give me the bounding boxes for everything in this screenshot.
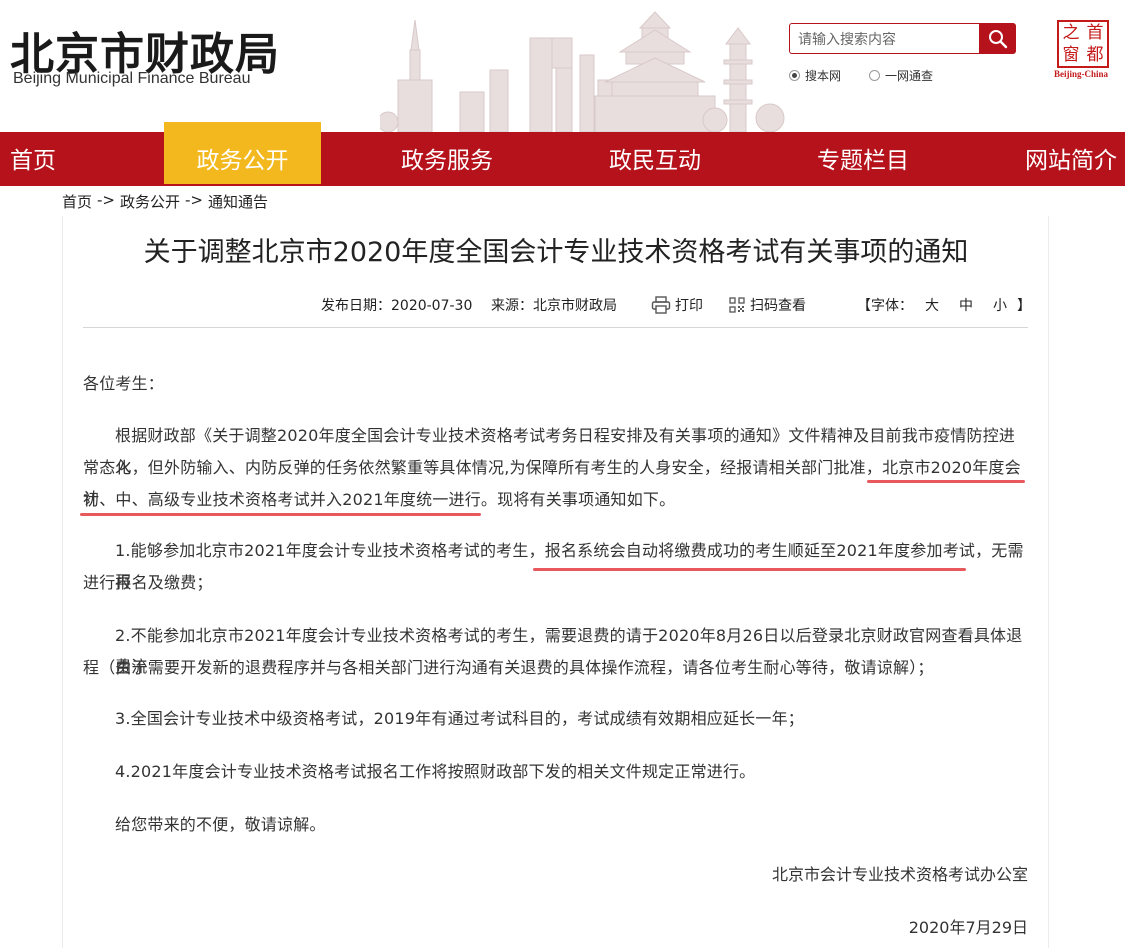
publish-date: 发布日期：2020-07-30 xyxy=(321,298,473,314)
highlight-underline xyxy=(867,480,1025,483)
search-scope: 搜本网 一网通查 xyxy=(789,67,961,84)
seal-char: 窗 xyxy=(1062,45,1080,65)
nav-item-interaction[interactable]: 政民互动 xyxy=(609,132,701,186)
font-size-selector: 【字体： 大 中 小 】 xyxy=(857,295,1031,315)
beijing-skyline-illustration xyxy=(380,11,785,132)
nav-item-gov-disclosure[interactable]: 政务公开 xyxy=(164,132,321,186)
search-button[interactable] xyxy=(979,23,1016,54)
breadcrumb-section[interactable]: 政务公开 xyxy=(120,191,180,212)
nav-item-special-topics[interactable]: 专题栏目 xyxy=(817,132,909,186)
scan-qr-button[interactable]: 扫码查看 xyxy=(729,295,806,315)
highlight-underline xyxy=(80,513,481,516)
article-item-3: 3.全国会计专业技术中级资格考试，2019年有通过考试科目的，考试成绩有效期相应… xyxy=(115,709,804,728)
meta-divider xyxy=(83,327,1028,328)
radio-search-all-label[interactable]: 一网通查 xyxy=(885,67,933,84)
capital-window-subtitle: Beijing-China xyxy=(1054,69,1109,79)
radio-search-all[interactable] xyxy=(869,70,881,81)
search-placeholder: 请输入搜索内容 xyxy=(798,31,896,48)
nav-item-about[interactable]: 网站简介 xyxy=(1025,132,1117,186)
radio-search-site[interactable] xyxy=(789,70,800,81)
printer-icon xyxy=(651,296,671,314)
search-input[interactable]: 请输入搜索内容 xyxy=(789,23,979,54)
print-label: 打印 xyxy=(675,298,703,314)
article-item-4: 4.2021年度会计专业技术资格考试报名工作将按照财政部下发的相关文件规定正常进… xyxy=(115,762,756,781)
font-size-close: 】 xyxy=(1017,298,1031,314)
seal-char: 首 xyxy=(1086,23,1104,43)
seal-char: 都 xyxy=(1086,45,1104,65)
article-sign-date: 2020年7月29日 xyxy=(908,918,1028,937)
highlight-underline xyxy=(533,568,966,571)
breadcrumb-home[interactable]: 首页 xyxy=(62,191,92,212)
radio-search-site-label[interactable]: 搜本网 xyxy=(805,67,841,84)
article-source: 来源：北京市财政局 xyxy=(491,298,617,314)
font-size-medium[interactable]: 中 xyxy=(959,295,973,315)
article-title: 关于调整北京市2020年度全国会计专业技术资格考试有关事项的通知 xyxy=(143,237,969,268)
breadcrumb-separator: -> xyxy=(185,191,203,209)
print-button[interactable]: 打印 xyxy=(651,295,703,315)
article-item-1-line-2: 进行报名及缴费； xyxy=(83,573,213,592)
font-size-large[interactable]: 大 xyxy=(925,295,939,315)
article-signature: 北京市会计专业技术资格考试办公室 xyxy=(771,865,1028,884)
scan-label: 扫码查看 xyxy=(750,298,806,314)
breadcrumb-current[interactable]: 通知通告 xyxy=(208,191,268,212)
qr-code-icon xyxy=(729,297,745,313)
breadcrumb-separator: -> xyxy=(97,191,115,209)
nav-item-gov-service[interactable]: 政务服务 xyxy=(401,132,493,186)
article-greeting: 各位考生： xyxy=(83,374,165,393)
capital-window-logo[interactable]: 之 首 窗 都 xyxy=(1057,20,1109,68)
article-item-2-line-2: 程（由于需要开发新的退费程序并与各相关部门进行沟通有关退费的具体操作流程，请各位… xyxy=(83,658,934,677)
search-icon xyxy=(988,29,1007,48)
breadcrumb: 首页 -> 政务公开 -> 通知通告 xyxy=(62,191,268,212)
font-size-small[interactable]: 小 xyxy=(993,295,1007,315)
site-logo-english[interactable]: Beijing Municipal Finance Bureau xyxy=(13,70,250,88)
site-header: 北京市财政局 Beijing Municipal Finance Bureau … xyxy=(0,0,1125,132)
article-paragraph-1-line-3: 初、中、高级专业技术资格考试并入2021年度统一进行。现将有关事项通知如下。 xyxy=(83,490,676,509)
article-apology: 给您带来的不便，敬请谅解。 xyxy=(115,815,326,834)
nav-item-home[interactable]: 首页 xyxy=(10,132,56,186)
font-size-label: 【字体： xyxy=(857,298,913,314)
seal-char: 之 xyxy=(1062,23,1080,43)
